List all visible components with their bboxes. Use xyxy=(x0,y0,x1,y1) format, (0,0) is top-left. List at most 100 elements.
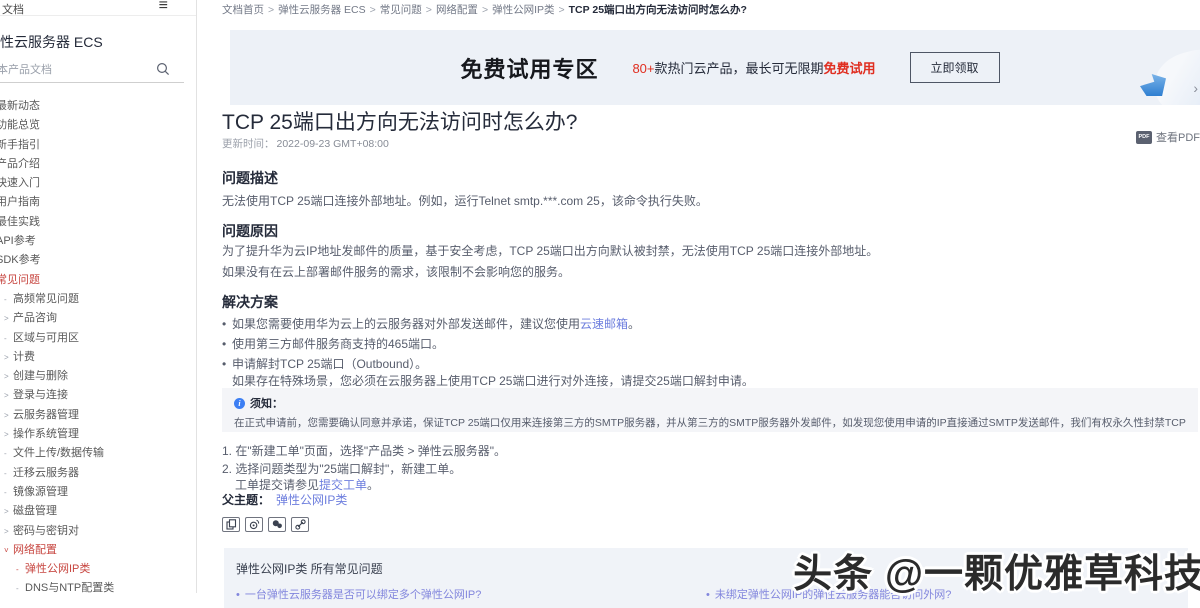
solution-bullet: •申请解封TCP 25端口（Outbound）。 xyxy=(222,354,1200,374)
sidebar: 文档 ≡ 弹性云服务器 ECS 最新动态功能总览新手指引产品介绍快速入门用户指南… xyxy=(0,0,197,593)
view-pdf-label: 查看PDF xyxy=(1156,129,1200,145)
sidebar-item-label: 常见问题 xyxy=(0,271,40,290)
chevron-right-icon: ˃ xyxy=(4,406,13,425)
sidebar-item[interactable]: -弹性公网IP类 xyxy=(16,560,196,579)
sidebar-item-label: API参考 xyxy=(0,232,36,251)
text-segment: 。 xyxy=(628,317,640,331)
breadcrumb-link[interactable]: 常见问题 xyxy=(380,4,422,16)
search-input[interactable] xyxy=(0,61,126,79)
sidebar-item[interactable]: -镜像源管理 xyxy=(4,483,196,502)
hamburger-icon[interactable]: ≡ xyxy=(159,0,168,14)
text-segment: 免费试用 xyxy=(824,61,876,76)
dash-icon: - xyxy=(16,560,25,579)
sidebar-item-label: 操作系统管理 xyxy=(13,425,79,444)
sidebar-item[interactable]: -文件上传/数据传输 xyxy=(4,444,196,463)
info-icon: i xyxy=(234,398,245,409)
sidebar-item[interactable]: -DNS与NTP配置类 xyxy=(16,579,196,593)
dash-icon: - xyxy=(4,483,13,502)
search-box xyxy=(0,60,184,83)
sidebar-item-label: 产品介绍 xyxy=(0,155,40,174)
chevron-right-icon[interactable]: › xyxy=(1193,80,1198,96)
sidebar-item[interactable]: -高频常见问题 xyxy=(4,290,196,309)
text-segment: 使用第三方邮件服务商支持的465端口。 xyxy=(232,337,444,351)
bullet-text: 使用第三方邮件服务商支持的465端口。 xyxy=(232,334,444,354)
sidebar-item-label: SDK参考 xyxy=(0,251,41,270)
sidebar-item[interactable]: API参考 xyxy=(0,232,196,251)
section-heading-problem-description: 问题描述 xyxy=(222,168,1200,188)
breadcrumb-link[interactable]: 网络配置 xyxy=(436,4,478,16)
faq-column: • 一台弹性云服务器是否可以绑定多个弹性公网IP? xyxy=(236,586,706,602)
doc-copy-icon[interactable] xyxy=(222,517,240,532)
sidebar-item[interactable]: 最佳实践 xyxy=(0,213,196,232)
sidebar-item[interactable]: ˃创建与删除 xyxy=(4,367,196,386)
banner-description: 80+款热门云产品，最长可无限期免费试用 xyxy=(632,58,875,77)
chevron-right-icon: ˃ xyxy=(4,348,13,367)
chevron-right-icon: ˃ xyxy=(4,502,13,521)
search-icon[interactable] xyxy=(156,62,170,81)
faq-question-text: 一台弹性云服务器是否可以绑定多个弹性公网IP? xyxy=(245,589,482,601)
sidebar-item[interactable]: 最新动态 xyxy=(0,97,196,116)
sidebar-header-title: 文档 xyxy=(2,1,24,17)
faq-question-link[interactable]: • 一台弹性云服务器是否可以绑定多个弹性公网IP? xyxy=(236,586,706,602)
solution-bullet: •使用第三方邮件服务商支持的465端口。 xyxy=(222,334,1200,354)
sidebar-item[interactable]: ˃密码与密钥对 xyxy=(4,522,196,541)
sidebar-item[interactable]: 快速入门 xyxy=(0,174,196,193)
breadcrumb-separator: > xyxy=(268,4,274,16)
sidebar-item-label: 高频常见问题 xyxy=(13,290,79,309)
sidebar-item[interactable]: ˃计费 xyxy=(4,348,196,367)
main-content: 文档首页>弹性云服务器 ECS>常见问题>网络配置>弹性公网IP类>TCP 25… xyxy=(222,0,1200,593)
inline-link[interactable]: 云速邮箱 xyxy=(580,317,628,331)
sidebar-item[interactable]: 新手指引 xyxy=(0,136,196,155)
updated-value: 2022-09-23 GMT+08:00 xyxy=(277,138,389,150)
sidebar-item[interactable]: ˃操作系统管理 xyxy=(4,425,196,444)
sidebar-item[interactable]: 用户指南 xyxy=(0,193,196,212)
wechat-icon[interactable] xyxy=(268,517,286,532)
sidebar-item[interactable]: ˃磁盘管理 xyxy=(4,502,196,521)
sidebar-item-label: 区域与可用区 xyxy=(13,329,79,348)
sidebar-item[interactable]: 功能总览 xyxy=(0,116,196,135)
sidebar-header: 文档 ≡ xyxy=(0,0,196,16)
sidebar-item[interactable]: -迁移云服务器 xyxy=(4,464,196,483)
breadcrumb-link[interactable]: 弹性云服务器 ECS xyxy=(278,4,366,16)
claim-now-button[interactable]: 立即领取 xyxy=(910,52,1000,83)
sidebar-item-label: 云服务器管理 xyxy=(13,406,79,425)
view-pdf-button[interactable]: PDF 查看PDF xyxy=(1136,129,1200,145)
sidebar-item[interactable]: 常见问题 xyxy=(0,271,196,290)
watermark: 头条 @一颗优雅草科技 xyxy=(793,543,1200,599)
section-heading-problem-cause: 问题原因 xyxy=(222,221,1200,241)
chevron-right-icon: ˃ xyxy=(4,522,13,541)
sidebar-item-label: DNS与NTP配置类 xyxy=(25,579,114,593)
bullet-dot: • xyxy=(236,589,240,601)
chevron-down-icon: ˅ xyxy=(4,541,13,560)
section-heading-solution: 解决方案 xyxy=(222,292,1200,312)
solution-bullet: •如果您需要使用华为云上的云服务器对外部发送邮件，建议您使用云速邮箱。 xyxy=(222,314,1200,334)
sidebar-item-label: 产品咨询 xyxy=(13,309,57,328)
breadcrumb-link[interactable]: 弹性公网IP类 xyxy=(492,4,554,16)
sidebar-item[interactable]: SDK参考 xyxy=(0,251,196,270)
sidebar-item[interactable]: -区域与可用区 xyxy=(4,329,196,348)
share-icon[interactable] xyxy=(245,517,263,532)
sidebar-item[interactable]: ˃云服务器管理 xyxy=(4,406,196,425)
banner-title: 免费试用专区 xyxy=(460,52,598,84)
inline-link[interactable]: 提交工单 xyxy=(319,478,367,492)
sidebar-item-label: 快速入门 xyxy=(0,174,40,193)
text-segment: 如果您需要使用华为云上的云服务器对外部发送邮件，建议您使用 xyxy=(232,317,580,331)
sidebar-item[interactable]: ˅网络配置 xyxy=(4,541,196,560)
chevron-right-icon: ˃ xyxy=(4,425,13,444)
text-segment: 工单提交请参见 xyxy=(235,478,319,492)
sidebar-item-label: 创建与删除 xyxy=(13,367,68,386)
sidebar-nav: 最新动态功能总览新手指引产品介绍快速入门用户指南最佳实践API参考SDK参考常见… xyxy=(0,97,196,593)
sidebar-item[interactable]: ˃产品咨询 xyxy=(4,309,196,328)
bullet-dot: • xyxy=(222,334,232,354)
text-segment: 选择问题类型为"25端口解封"，新建工单。 xyxy=(235,462,461,476)
problem-description-text: 无法使用TCP 25端口连接外部地址。例如，运行Telnet smtp.***.… xyxy=(222,192,1200,209)
breadcrumb-separator: > xyxy=(370,4,376,16)
sidebar-item[interactable]: 产品介绍 xyxy=(0,155,196,174)
dash-icon: - xyxy=(4,464,13,483)
link-icon[interactable] xyxy=(291,517,309,532)
parent-topic-link[interactable]: 弹性公网IP类 xyxy=(276,493,347,507)
sidebar-item-label: 镜像源管理 xyxy=(13,483,68,502)
breadcrumb-link[interactable]: 文档首页 xyxy=(222,4,264,16)
text-segment: 如果存在特殊场景，您必须在云服务器上使用TCP 25端口进行对外连接，请提交25… xyxy=(232,374,754,388)
sidebar-item[interactable]: ˃登录与连接 xyxy=(4,386,196,405)
